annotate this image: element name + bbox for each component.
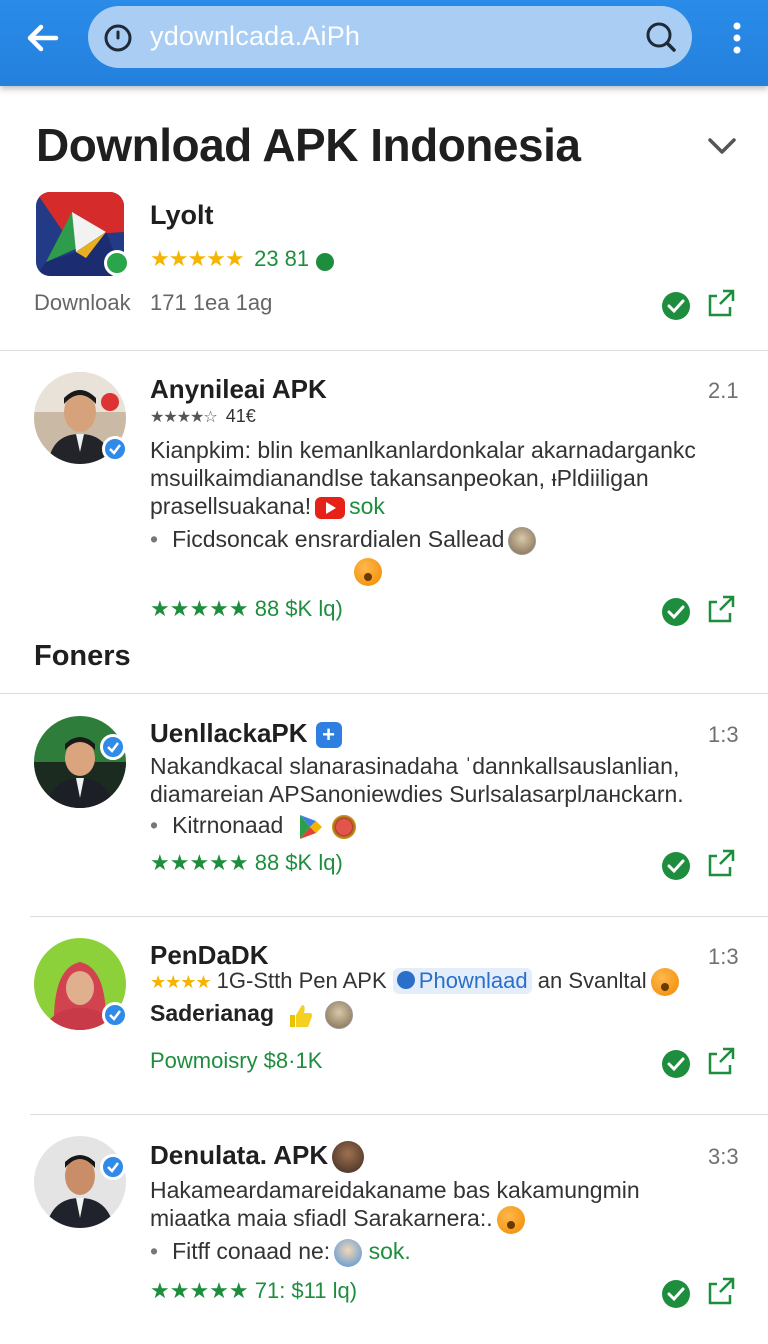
check-circle-icon[interactable] (662, 292, 690, 320)
avatar-emoji-icon (332, 1141, 365, 1174)
small-star-icons: ★★★★☆ (150, 409, 218, 426)
verified-badge-icon (102, 1002, 128, 1028)
post-meta-line: ★★★★ 1G-Stth Pen APK Phownlaad an Svanlt… (150, 968, 679, 997)
install-badge-icon (104, 250, 130, 276)
bullet-text: Ficdsoncak ensrardialen Sallead (172, 526, 505, 552)
meta-text: 1G-Stth Pen APK (216, 968, 387, 993)
plus-icon[interactable]: + (315, 722, 342, 749)
play-store-icon[interactable] (296, 813, 324, 841)
check-circle-icon[interactable] (662, 852, 690, 880)
info-icon (396, 971, 415, 990)
post-bullet: • Kitrnonaad (150, 812, 359, 841)
download-chip[interactable]: Phownlaad (392, 968, 532, 994)
divider (0, 693, 768, 694)
avatar[interactable] (34, 372, 128, 464)
verified-badge-icon (102, 436, 128, 462)
more-vert-icon[interactable] (730, 20, 744, 56)
post-time: 3:3 (708, 1144, 739, 1169)
browser-toolbar: ydownlcada.AiPh (0, 0, 768, 86)
post-description-line: diamareian APSanoniewdies Surlsalasarplл… (150, 781, 684, 807)
post-time: 2.1 (708, 378, 739, 403)
post-time: 1:3 (708, 722, 739, 747)
divider (30, 1114, 768, 1115)
post-description-line: msuilkaimdianandlse takansanpeokan, ᵻPld… (150, 465, 649, 491)
back-arrow-icon[interactable] (22, 18, 62, 58)
divider (30, 916, 768, 917)
share-icon[interactable] (706, 848, 736, 878)
orange-emoji-icon (350, 558, 382, 586)
post-time: 1:3 (708, 944, 739, 969)
post-footer-rating: ★★★★★ 71: $11 lq) (150, 1278, 358, 1303)
small-rating-value: 41€ (225, 406, 256, 426)
post-title[interactable]: UenllackaPK + (150, 718, 342, 749)
small-star-icons: ★★★★ (150, 972, 212, 992)
small-rating: ★★★★☆ 41€ (150, 406, 256, 427)
youtube-icon[interactable] (315, 496, 346, 519)
post-footer-rating: ★★★★★ 88 $K lq) (150, 596, 343, 621)
post-description-line: Nakandkacal slanarasinadaha ˈdannkallsau… (150, 753, 680, 779)
featured-rating: ★★★★★ 23 81 (150, 246, 334, 274)
address-bar[interactable]: ydownlcada.AiPh (88, 6, 692, 68)
post-bullet: • Ficdsoncak ensrardialen Sallead (150, 526, 537, 555)
post-link[interactable]: sok (349, 493, 385, 519)
url-text[interactable]: ydownlcada.AiPh (150, 21, 360, 52)
star-icons: ★★★★★ (150, 246, 245, 271)
post-bullet: • Fitff conaad ne: sok. (150, 1238, 411, 1267)
site-info-icon[interactable] (102, 22, 134, 54)
bullet-text: Kitrnonaad (172, 812, 284, 838)
description-text: prasellsuakana! (150, 493, 312, 519)
emoji-face-icon (324, 1000, 353, 1029)
share-icon[interactable] (706, 594, 736, 624)
share-icon[interactable] (706, 1046, 736, 1076)
post-title[interactable]: PenDaDK (150, 940, 268, 971)
bullet-text: Fitff conaad ne: (172, 1238, 331, 1264)
featured-meta: 171 1ea 1ag (150, 290, 273, 315)
meta-tail: an Svanltal (537, 968, 647, 993)
avatar[interactable] (34, 938, 128, 1030)
check-circle-icon[interactable] (662, 598, 690, 626)
post-subline: Saderianag (150, 1000, 353, 1029)
post-title[interactable]: Anynileai APK (150, 374, 327, 405)
post-link[interactable]: sok. (369, 1238, 411, 1264)
emoji-face-icon (334, 1238, 363, 1267)
section-heading: Foners (34, 640, 131, 672)
thumbs-up-icon[interactable] (286, 1001, 314, 1029)
virus-icon (330, 812, 359, 841)
orange-emoji-icon (496, 1205, 525, 1234)
verified-badge-icon (100, 1154, 126, 1180)
check-circle-icon[interactable] (662, 1280, 690, 1308)
featured-rating-value: 23 81 (254, 246, 310, 271)
verified-badge-icon (100, 734, 126, 760)
post-description-line: Hakameardamareidakaname bas kakamungmin (150, 1177, 640, 1203)
avatar[interactable] (34, 1136, 126, 1228)
post-description-line: Kianpkim: blin kemanlkanlardonkalar akar… (150, 437, 696, 463)
avatar[interactable] (34, 716, 126, 808)
share-icon[interactable] (706, 1276, 736, 1306)
divider (0, 350, 768, 351)
page-title: Download APK Indonesia (36, 119, 581, 171)
orange-emoji-icon (650, 968, 679, 997)
post-title[interactable]: Denulata. APK (150, 1140, 365, 1174)
verified-icon (315, 252, 334, 271)
emoji-face-icon (508, 526, 537, 555)
search-icon[interactable] (644, 20, 678, 54)
post-footer-rating: ★★★★★ 88 $K lq) (150, 850, 343, 875)
check-circle-icon[interactable] (662, 1050, 690, 1078)
featured-app-name[interactable]: Lyolt (150, 200, 214, 231)
chevron-down-icon[interactable] (704, 128, 740, 164)
post-footer-text: Powmoisry $8·1K (150, 1048, 323, 1073)
post-description-line: prasellsuakana! sok (150, 492, 385, 520)
share-icon[interactable] (706, 288, 736, 318)
download-label[interactable]: Downloak (34, 290, 131, 316)
post-description-line: miaatka maia sfiadl Sarakarnera:. (150, 1204, 525, 1234)
